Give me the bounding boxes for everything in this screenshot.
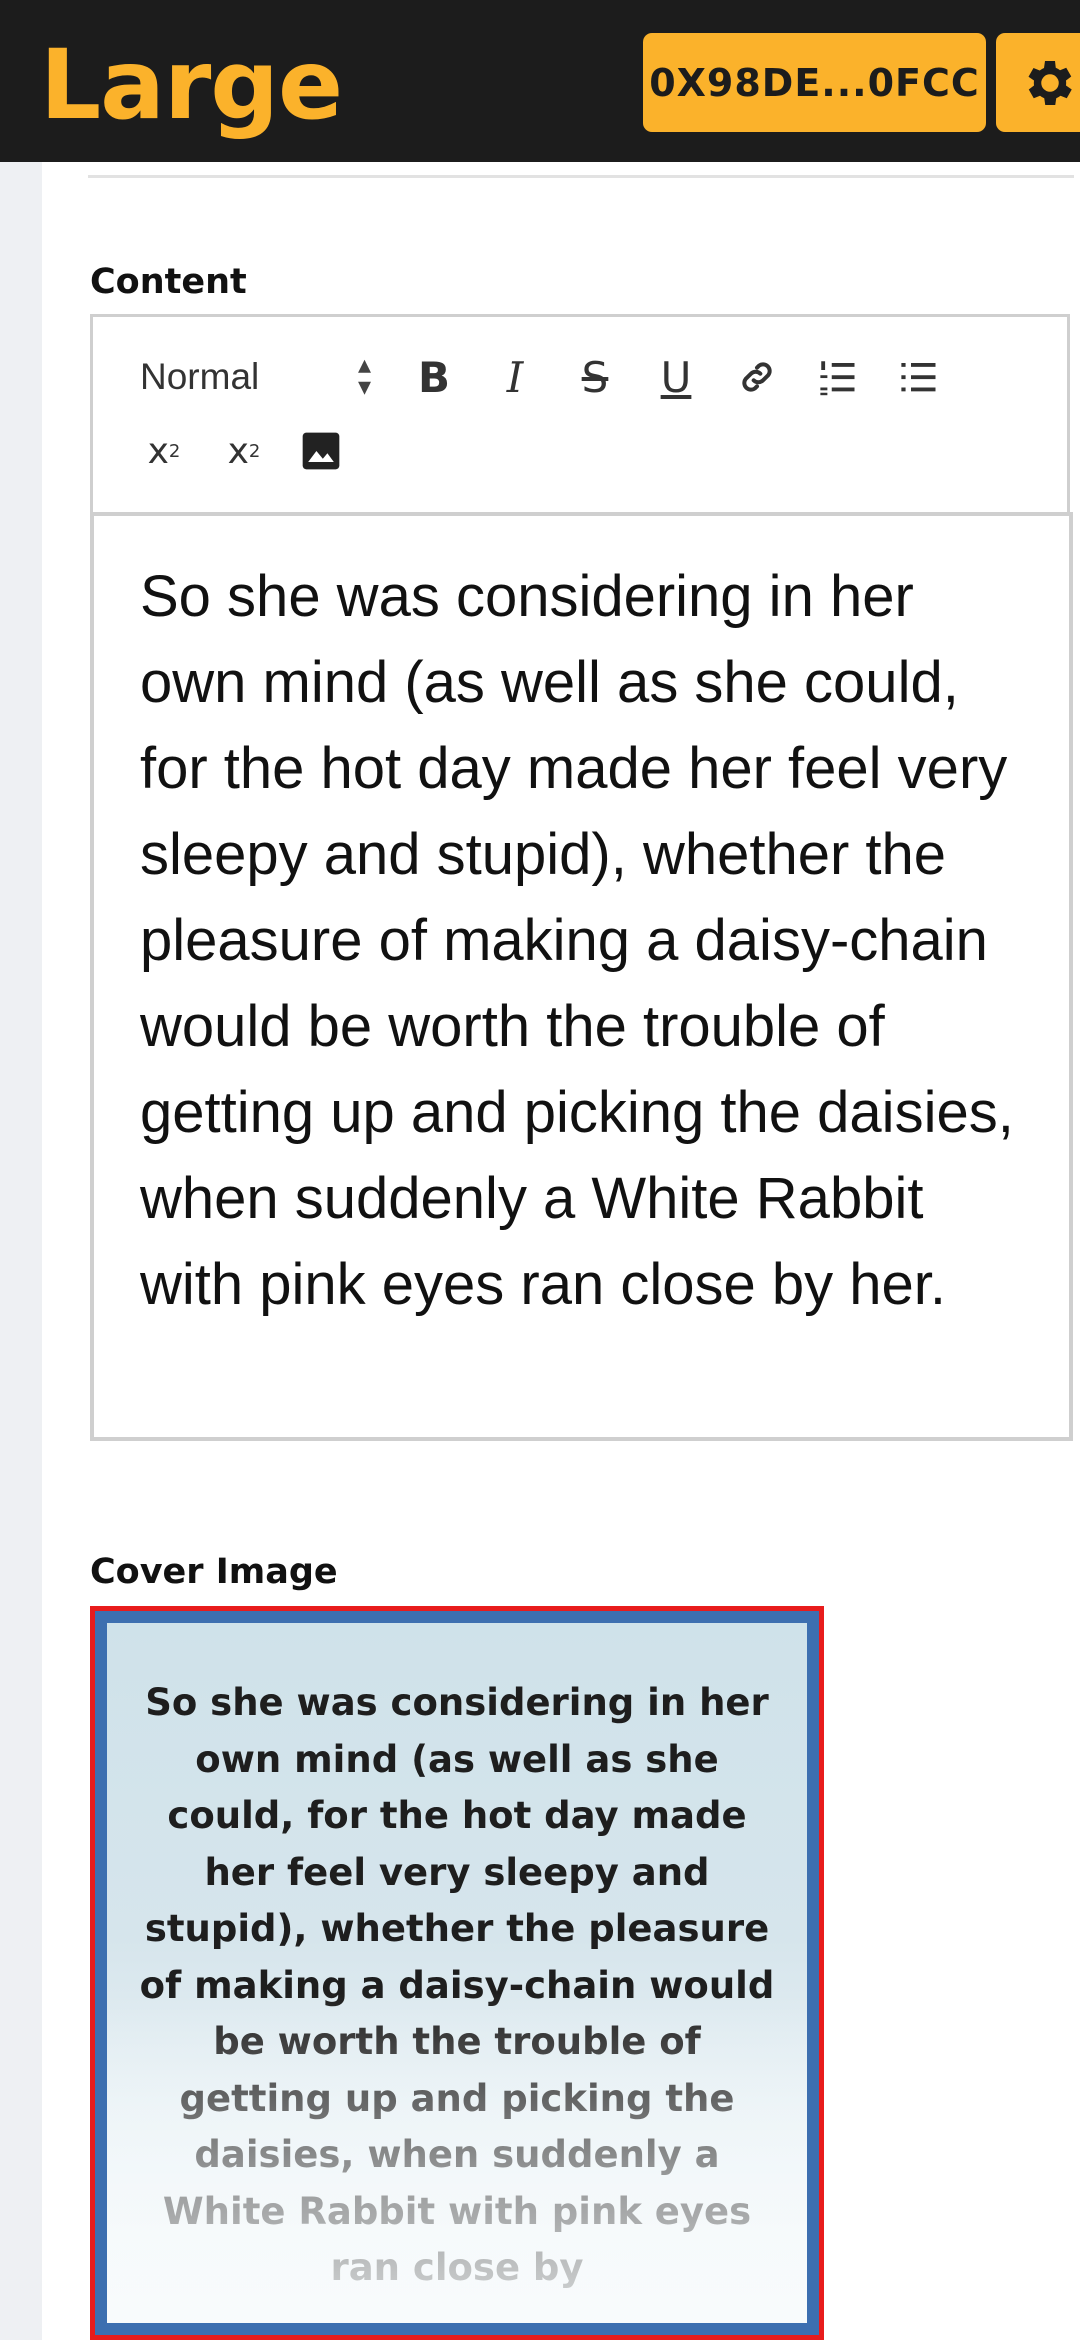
superscript-button[interactable]: x2	[213, 421, 275, 481]
cover-fade-overlay	[107, 1993, 807, 2323]
insert-image-button[interactable]	[293, 421, 349, 481]
post-form-card: Content Normal ▴ ▾ B I S U x 2 x 2 So sh…	[42, 162, 1080, 2340]
settings-button[interactable]	[996, 33, 1080, 132]
ordered-list-icon	[820, 361, 855, 396]
wallet-address-button[interactable]: 0X98DE...0FCC	[643, 33, 986, 132]
content-editor[interactable]: So she was considering in her own mind (…	[90, 512, 1073, 1441]
link-icon	[742, 362, 772, 392]
superscript-mark: 2	[248, 440, 261, 462]
cover-image-canvas: So she was considering in her own mind (…	[107, 1623, 807, 2323]
superscript-base: x	[227, 430, 249, 472]
editor-toolbar: Normal ▴ ▾ B I S U x2 x 2	[90, 314, 1070, 514]
content-label: Content	[90, 262, 247, 302]
gear-icon	[1028, 60, 1072, 105]
divider	[88, 175, 1074, 178]
bold-button[interactable]: B	[406, 347, 462, 407]
italic-button[interactable]: I	[487, 347, 543, 407]
ordered-list-button[interactable]	[809, 347, 865, 407]
format-select-value: Normal	[140, 356, 260, 397]
subscript-button[interactable]: x2	[133, 421, 195, 481]
editor-text[interactable]: So she was considering in her own mind (…	[140, 554, 1020, 1328]
bullet-list-button[interactable]	[890, 347, 946, 407]
brand-title[interactable]: Large	[40, 30, 343, 140]
cover-image-label: Cover Image	[90, 1552, 338, 1592]
image-icon	[302, 432, 340, 470]
cover-image[interactable]: So she was considering in her own mind (…	[90, 1606, 824, 2340]
app-header: Large 0X98DE...0FCC	[0, 0, 1080, 162]
subscript-base: x	[147, 430, 169, 472]
strike-button[interactable]: S	[567, 347, 623, 407]
bullet-list-icon	[901, 363, 936, 392]
select-arrows-icon: ▴ ▾	[358, 349, 372, 401]
subscript-mark: 2	[168, 440, 181, 462]
link-button[interactable]	[729, 347, 785, 407]
format-select[interactable]: Normal ▴ ▾	[140, 347, 380, 407]
underline-button[interactable]: U	[648, 347, 704, 407]
